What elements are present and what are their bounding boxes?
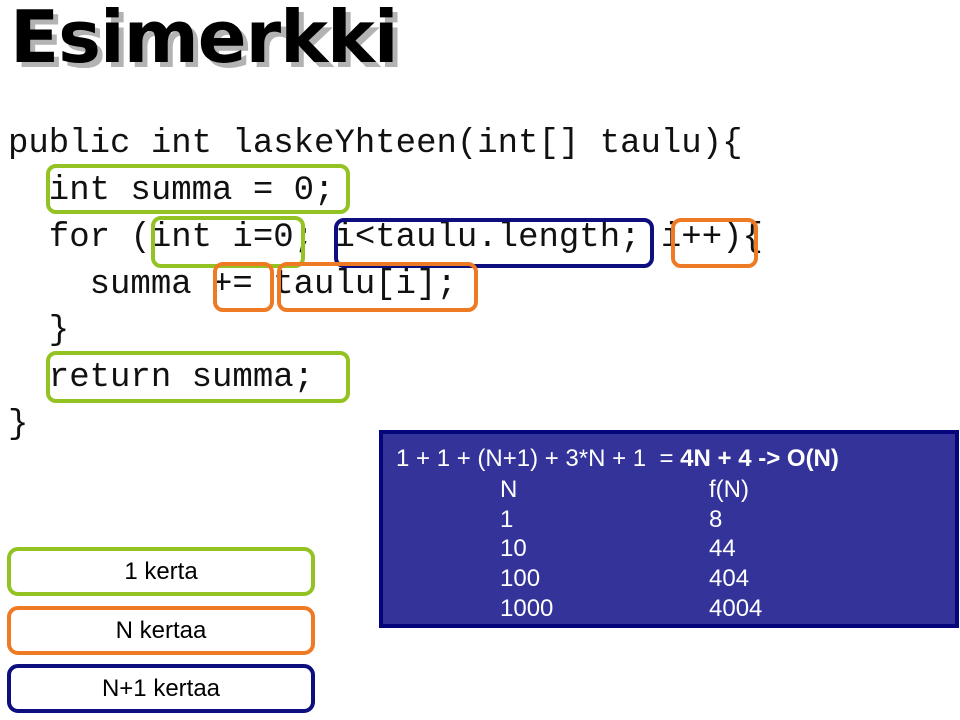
code-line: public int laskeYhteen(int[] taulu){	[8, 125, 743, 163]
cell-n: 10	[500, 535, 527, 562]
cell-n: 100	[500, 565, 541, 592]
formula-sum: 1 + 1 + (N+1) + 3*N + 1 =	[396, 445, 681, 472]
legend-item-once: 1 kerta	[7, 547, 315, 596]
highlight-once-declaration	[46, 164, 350, 214]
legend-label: 1 kerta	[124, 557, 198, 585]
legend-item-n-times: N kertaa	[7, 606, 315, 655]
highlight-once-loop-init	[151, 216, 305, 268]
legend-label: N kertaa	[115, 616, 207, 644]
highlight-n-array-access	[277, 262, 478, 312]
column-header-n: N	[500, 476, 518, 503]
cell-n: 1000	[500, 595, 554, 622]
highlight-n-increment	[671, 218, 758, 268]
legend-label: N+1 kertaa	[101, 674, 221, 702]
legend-item-n-plus-one-times: N+1 kertaa	[7, 664, 315, 713]
complexity-formula: 1 + 1 + (N+1) + 3*N + 1 = 4N + 4 -> O(N)	[396, 445, 839, 473]
highlight-n-plus-one-condition	[334, 218, 654, 268]
table-row: 1 8	[383, 506, 955, 536]
cell-fn: 44	[709, 535, 736, 562]
cell-fn: 4004	[709, 595, 763, 622]
cell-fn: 8	[709, 506, 723, 533]
table-header: N f(N)	[383, 476, 955, 506]
slide-title: Esimerkki	[10, 0, 399, 79]
complexity-panel: 1 + 1 + (N+1) + 3*N + 1 = 4N + 4 -> O(N)…	[379, 430, 959, 628]
cell-n: 1	[500, 506, 514, 533]
highlight-n-add-assign	[213, 262, 274, 312]
cell-fn: 404	[709, 565, 750, 592]
table-row: 1000 4004	[383, 595, 955, 625]
code-line: }	[8, 406, 29, 444]
table-row: 10 44	[383, 535, 955, 565]
code-line: }	[8, 312, 70, 350]
formula-result: 4N + 4 -> O(N)	[680, 445, 839, 472]
table-row: 100 404	[383, 565, 955, 595]
column-header-fn: f(N)	[709, 476, 749, 503]
highlight-once-return	[46, 351, 350, 403]
